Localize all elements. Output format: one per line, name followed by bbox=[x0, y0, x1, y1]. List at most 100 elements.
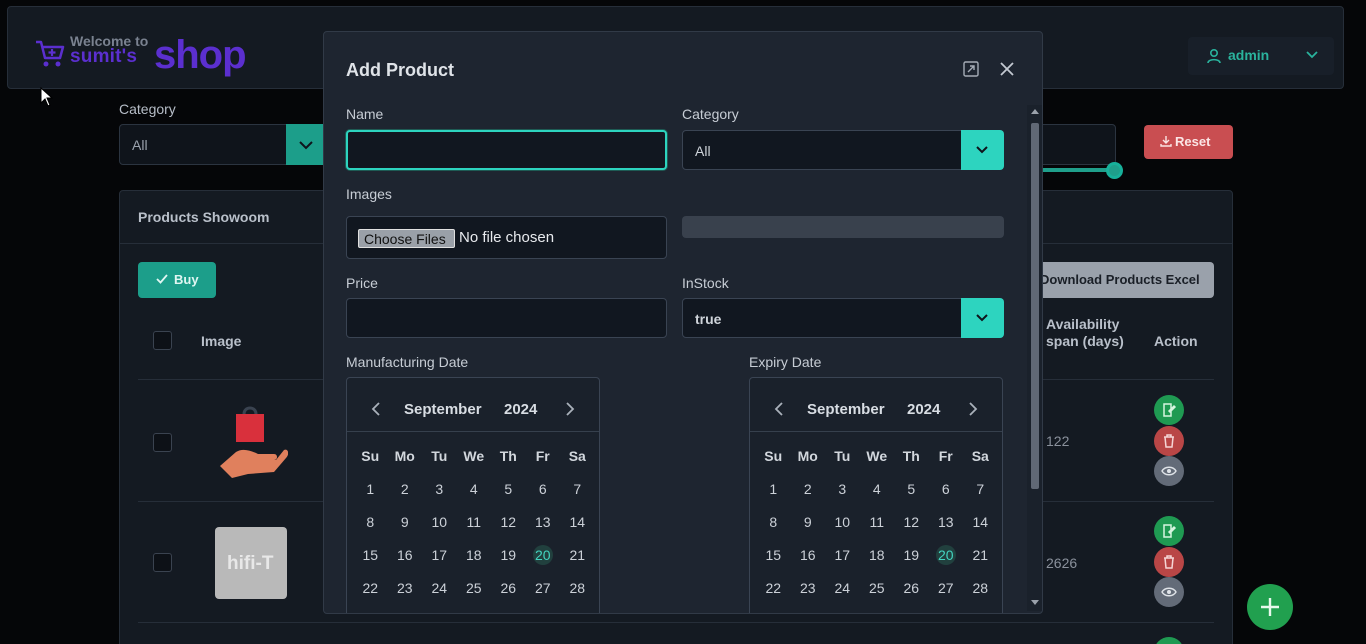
calendar-day[interactable]: 12 bbox=[894, 510, 929, 543]
user-menu-button[interactable]: admin bbox=[1188, 37, 1334, 75]
filter-category-select[interactable]: All bbox=[119, 124, 287, 165]
calendar-day[interactable]: 20 bbox=[526, 543, 561, 576]
name-input[interactable] bbox=[346, 130, 667, 170]
calendar-week: 15 16 17 18 19 20 21 bbox=[756, 543, 998, 576]
calendar-day[interactable]: 11 bbox=[860, 510, 895, 543]
availability-slider-handle[interactable] bbox=[1106, 162, 1123, 179]
calendar-day[interactable]: 1 bbox=[353, 477, 388, 510]
view-button[interactable] bbox=[1154, 577, 1184, 607]
calendar-year[interactable]: 2024 bbox=[907, 401, 940, 418]
calendar-day[interactable]: 5 bbox=[894, 477, 929, 510]
calendar-day[interactable]: 11 bbox=[457, 510, 492, 543]
delete-button[interactable] bbox=[1154, 426, 1184, 456]
calendar-day[interactable]: 3 bbox=[825, 477, 860, 510]
calendar-day[interactable]: 14 bbox=[560, 510, 595, 543]
calendar-day[interactable]: 24 bbox=[825, 576, 860, 609]
scroll-down-arrow[interactable] bbox=[1031, 600, 1039, 605]
calendar-day[interactable]: 15 bbox=[353, 543, 388, 576]
calendar-day[interactable]: 23 bbox=[791, 576, 826, 609]
calendar-day[interactable]: 13 bbox=[526, 510, 561, 543]
chevron-right-icon[interactable] bbox=[968, 402, 978, 416]
calendar-day[interactable]: 20 bbox=[929, 543, 964, 576]
calendar-day[interactable]: 27 bbox=[526, 576, 561, 609]
filter-search-input[interactable] bbox=[1040, 124, 1116, 165]
calendar-day[interactable]: 9 bbox=[791, 510, 826, 543]
chevron-left-icon[interactable] bbox=[371, 402, 381, 416]
close-icon[interactable] bbox=[998, 60, 1016, 78]
calendar-day[interactable]: 6 bbox=[929, 477, 964, 510]
calendar-day[interactable]: 25 bbox=[457, 576, 492, 609]
buy-button[interactable]: Buy bbox=[138, 262, 216, 298]
calendar-day[interactable]: 17 bbox=[422, 543, 457, 576]
calendar-day[interactable]: 9 bbox=[388, 510, 423, 543]
maximize-icon[interactable] bbox=[962, 60, 980, 78]
select-all-checkbox[interactable] bbox=[153, 331, 172, 350]
calendar-month[interactable]: September bbox=[404, 401, 482, 418]
calendar-day[interactable]: 4 bbox=[457, 477, 492, 510]
calendar-day[interactable]: 2 bbox=[791, 477, 826, 510]
delete-button[interactable] bbox=[1154, 547, 1184, 577]
calendar-day[interactable]: 10 bbox=[825, 510, 860, 543]
calendar-day[interactable]: 8 bbox=[756, 510, 791, 543]
row-checkbox[interactable] bbox=[153, 433, 172, 452]
calendar-day[interactable]: 26 bbox=[894, 576, 929, 609]
calendar-day[interactable]: 25 bbox=[860, 576, 895, 609]
calendar-day[interactable]: 13 bbox=[929, 510, 964, 543]
view-button[interactable] bbox=[1154, 456, 1184, 486]
download-excel-button[interactable]: Download Products Excel bbox=[1030, 262, 1214, 298]
calendar-day[interactable]: 26 bbox=[491, 576, 526, 609]
category-dropdown-button[interactable] bbox=[961, 130, 1004, 170]
row-checkbox[interactable] bbox=[153, 553, 172, 572]
images-file-input[interactable]: Choose Files No file chosen bbox=[346, 216, 667, 259]
calendar-day[interactable]: 18 bbox=[860, 543, 895, 576]
calendar-day[interactable]: 12 bbox=[491, 510, 526, 543]
calendar-day[interactable]: 17 bbox=[825, 543, 860, 576]
reset-button[interactable]: Reset bbox=[1144, 125, 1233, 159]
calendar-day[interactable]: 10 bbox=[422, 510, 457, 543]
calendar-day[interactable]: 21 bbox=[560, 543, 595, 576]
choose-files-button[interactable]: Choose Files bbox=[358, 229, 455, 248]
scroll-up-arrow[interactable] bbox=[1031, 109, 1039, 114]
filter-category-dropdown-button[interactable] bbox=[286, 124, 326, 165]
price-input[interactable] bbox=[346, 298, 667, 338]
calendar-day[interactable]: 7 bbox=[963, 477, 998, 510]
calendar-month[interactable]: September bbox=[807, 401, 885, 418]
add-product-fab[interactable] bbox=[1247, 584, 1293, 630]
calendar-day[interactable]: 4 bbox=[860, 477, 895, 510]
calendar-day[interactable]: 18 bbox=[457, 543, 492, 576]
calendar-day[interactable]: 6 bbox=[526, 477, 561, 510]
calendar-day[interactable]: 8 bbox=[353, 510, 388, 543]
calendar-day[interactable]: 22 bbox=[353, 576, 388, 609]
calendar-day[interactable]: 19 bbox=[894, 543, 929, 576]
modal-scrollbar[interactable] bbox=[1027, 105, 1042, 611]
chevron-right-icon[interactable] bbox=[565, 402, 575, 416]
calendar-day[interactable]: 24 bbox=[422, 576, 457, 609]
calendar-day[interactable]: 19 bbox=[491, 543, 526, 576]
chevron-left-icon[interactable] bbox=[774, 402, 784, 416]
category-select[interactable]: All bbox=[682, 130, 962, 170]
calendar-day[interactable]: 5 bbox=[491, 477, 526, 510]
calendar-day[interactable]: 16 bbox=[791, 543, 826, 576]
instock-select[interactable]: true bbox=[682, 298, 962, 338]
calendar-day[interactable]: 28 bbox=[963, 576, 998, 609]
calendar-day[interactable]: 7 bbox=[560, 477, 595, 510]
calendar-year[interactable]: 2024 bbox=[504, 401, 537, 418]
availability-slider-track[interactable] bbox=[1040, 168, 1112, 172]
edit-button[interactable] bbox=[1154, 395, 1184, 425]
calendar-day[interactable]: 15 bbox=[756, 543, 791, 576]
shop-logo[interactable]: Welcome to sumit's shop bbox=[34, 33, 264, 83]
calendar-day[interactable]: 16 bbox=[388, 543, 423, 576]
calendar-day[interactable]: 2 bbox=[388, 477, 423, 510]
edit-button[interactable] bbox=[1154, 637, 1184, 644]
calendar-day[interactable]: 28 bbox=[560, 576, 595, 609]
calendar-day[interactable]: 23 bbox=[388, 576, 423, 609]
calendar-day[interactable]: 14 bbox=[963, 510, 998, 543]
scroll-thumb[interactable] bbox=[1031, 123, 1039, 489]
edit-button[interactable] bbox=[1154, 516, 1184, 546]
calendar-day[interactable]: 22 bbox=[756, 576, 791, 609]
calendar-day[interactable]: 1 bbox=[756, 477, 791, 510]
calendar-day[interactable]: 3 bbox=[422, 477, 457, 510]
calendar-day[interactable]: 27 bbox=[929, 576, 964, 609]
instock-dropdown-button[interactable] bbox=[961, 298, 1004, 338]
calendar-day[interactable]: 21 bbox=[963, 543, 998, 576]
